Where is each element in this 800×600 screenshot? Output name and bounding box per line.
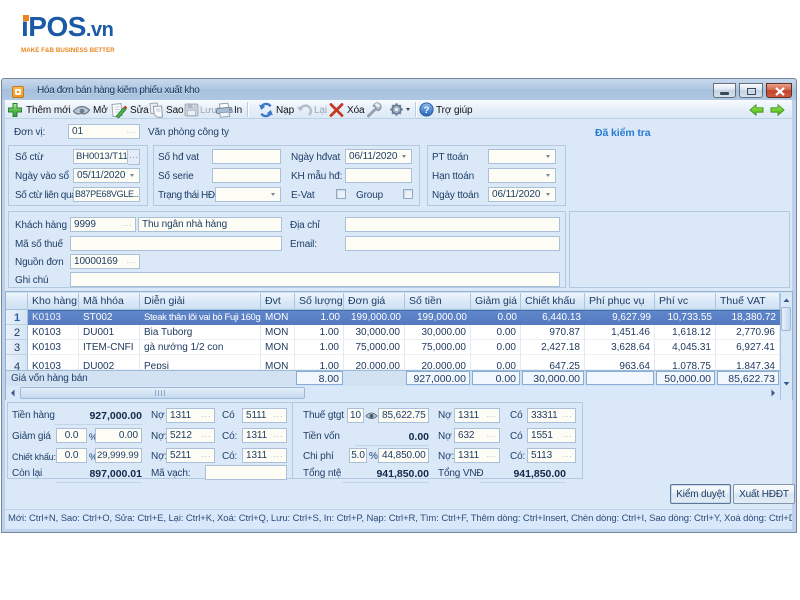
svg-text:?: ? bbox=[424, 105, 430, 116]
